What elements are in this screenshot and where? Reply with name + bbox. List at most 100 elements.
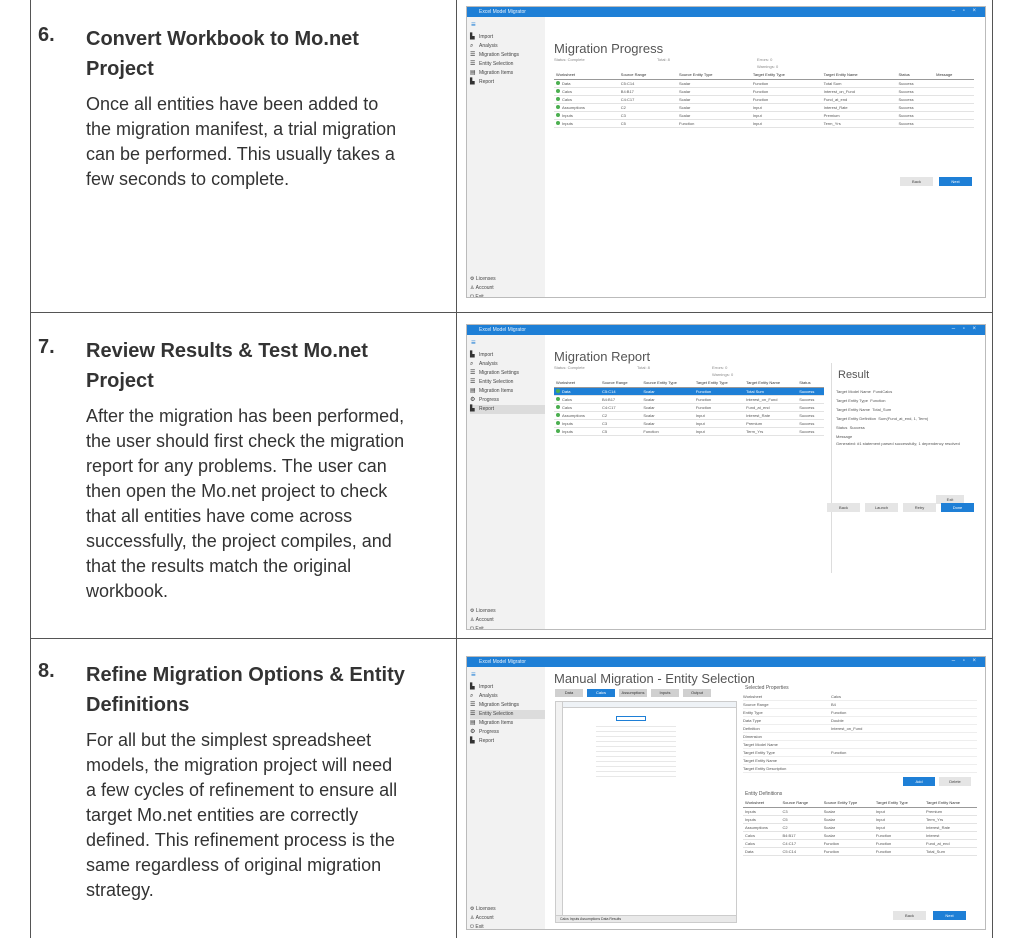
sidebar-item-progress[interactable]: ⚙ Progress	[470, 396, 545, 405]
property-row[interactable]: Worksheet Calcs	[743, 693, 977, 701]
hamburger-icon[interactable]: ≡	[471, 20, 476, 29]
window-controls[interactable]: – ▫ ×	[952, 8, 979, 14]
sidebar-item-report[interactable]: ▙ Report	[470, 737, 545, 746]
back-button[interactable]: Back	[893, 911, 926, 920]
sidebar-item-migration-items[interactable]: ▤ Migration Items	[470, 719, 545, 728]
chart-icon: ▙	[470, 352, 475, 358]
sidebar-item-licenses[interactable]: ⚙ Licenses	[470, 607, 496, 616]
tab-data[interactable]: Data	[555, 689, 583, 697]
property-row[interactable]: Target Entity Name	[743, 757, 977, 765]
search-icon: ⌕	[470, 361, 474, 367]
launch-button[interactable]: Launch	[865, 503, 898, 512]
step-title: Refine Migration Options & Entity Defini…	[86, 664, 405, 716]
delete-button[interactable]: Delete	[939, 777, 971, 786]
window-controls[interactable]: – ▫ ×	[952, 326, 979, 332]
message-text: Generated: #1 statement parsed successfu…	[836, 441, 960, 446]
sidebar-item-exit[interactable]: ⏻ Exit	[470, 293, 484, 297]
table-row[interactable]: Inputs C5 Scalar Input Term_Yrs	[743, 815, 977, 824]
table-row[interactable]: Assumptions C2 Scalar Input Interest_Rate Suc…	[554, 103, 974, 112]
table-row[interactable]: Calcs B4:B17 Scalar Function Interest_on_Fun…	[554, 395, 824, 404]
table-row[interactable]: Data C5:C14 Scalar Function Total Sum Success	[554, 387, 824, 396]
success-icon	[556, 80, 560, 85]
success-icon	[556, 396, 560, 401]
table-row[interactable]: Calcs B4:B17 Scalar Function Interest	[743, 831, 977, 840]
next-button[interactable]: Next	[939, 177, 972, 186]
result-row: Target Entity Name Total_Sum	[836, 407, 892, 412]
table-row[interactable]: Inputs C5 Function Input Term_Yrs Success	[554, 119, 974, 128]
sidebar-item-entity-selection[interactable]: ☰ Entity Selection	[470, 378, 545, 387]
window-controls[interactable]: – ▫ ×	[952, 658, 979, 664]
hamburger-icon[interactable]: ≡	[471, 338, 476, 347]
sidebar-item-analysis[interactable]: ⌕ Analysis	[470, 42, 545, 51]
hamburger-icon[interactable]: ≡	[471, 670, 476, 679]
sidebar-item-exit[interactable]: ⏻ Exit	[470, 625, 484, 629]
tab-output[interactable]: Output	[683, 689, 711, 697]
property-row[interactable]: Target Entity Description	[743, 765, 977, 773]
list-icon: ☰	[470, 370, 476, 376]
property-row[interactable]: Source Range B4	[743, 701, 977, 709]
table-row[interactable]: Data C5:C14 Scalar Function Total Sum Success	[554, 79, 974, 88]
success-icon	[556, 120, 560, 125]
window-title: Excel Model Migrator	[479, 327, 526, 333]
property-row[interactable]: Target Model Name	[743, 741, 977, 749]
sidebar-item-analysis[interactable]: ⌕ Analysis	[470, 360, 545, 369]
selected-cell[interactable]	[616, 716, 646, 721]
table-row[interactable]: Inputs C3 Scalar Input Premium Success	[554, 111, 974, 120]
sidebar-item-migration-settings[interactable]: ☰ Migration Settings	[470, 51, 545, 60]
sidebar-item-entity-selection[interactable]: ☰ Entity Selection	[470, 710, 545, 719]
add-button[interactable]: Add	[903, 777, 935, 786]
table-row[interactable]: Assumptions C2 Scalar Input Interest_Rate Suc…	[554, 411, 824, 420]
success-icon	[556, 88, 560, 93]
sidebar-item-migration-items[interactable]: ▤ Migration Items	[470, 387, 545, 396]
property-row[interactable]: Dimension	[743, 733, 977, 741]
sidebar-item-report[interactable]: ▙ Report	[470, 405, 545, 414]
page-title: Migration Progress	[554, 41, 664, 56]
success-icon	[556, 104, 560, 109]
back-button[interactable]: Back	[900, 177, 933, 186]
gear-icon: ⚙	[470, 729, 476, 735]
table-row[interactable]: Calcs B4:B17 Scalar Function Interest_on_Fun…	[554, 87, 974, 96]
property-row[interactable]: Entity Type Function	[743, 709, 977, 717]
sheet-tabs[interactable]: Calcs Inputs Assumptions Data Results	[556, 915, 736, 922]
sidebar-item-account[interactable]: ♙ Account	[470, 914, 494, 923]
properties-title: Selected Properties	[745, 685, 789, 691]
sidebar-item-exit[interactable]: ⏻ Exit	[470, 923, 484, 929]
table-row[interactable]: Inputs C5 Function Input Term_Yrs Success	[554, 427, 824, 436]
table-row[interactable]: Calcs C4:C17 Scalar Function Fund_at_end Succ…	[554, 95, 974, 104]
sidebar-item-import[interactable]: ▙ Import	[470, 683, 545, 692]
table-row[interactable]: Calcs C4:C17 Scalar Function Fund_at_end Succ…	[554, 403, 824, 412]
list-icon: ☰	[470, 379, 476, 385]
sidebar-item-migration-settings[interactable]: ☰ Migration Settings	[470, 369, 545, 378]
sidebar-item-analysis[interactable]: ⌕ Analysis	[470, 692, 545, 701]
table-row[interactable]: Data C5:C14 Function Function Total_Sum	[743, 847, 977, 856]
table-row[interactable]: Assumptions C2 Scalar Input Interest_Rate	[743, 823, 977, 832]
tab-assumptions[interactable]: Assumptions	[619, 689, 647, 697]
table-row[interactable]: Inputs C3 Scalar Input Premium Success	[554, 419, 824, 428]
property-row[interactable]: Target Entity Type Function	[743, 749, 977, 757]
sidebar-item-import[interactable]: ▙ Import	[470, 351, 545, 360]
sidebar-item-progress[interactable]: ⚙ Progress	[470, 728, 545, 737]
table-row[interactable]: Calcs C4:C17 Function Function Fund_at_end	[743, 839, 977, 848]
sidebar-item-entity-selection[interactable]: ☰ Entity Selection	[470, 60, 545, 69]
sidebar-item-account[interactable]: ♙ Account	[470, 616, 494, 625]
tab-inputs[interactable]: Inputs	[651, 689, 679, 697]
next-button[interactable]: Next	[933, 911, 966, 920]
sidebar-item-migration-items[interactable]: ▤ Migration Items	[470, 69, 545, 78]
sidebar-item-licenses[interactable]: ⚙ Licenses	[470, 275, 496, 284]
sidebar-item-licenses[interactable]: ⚙ Licenses	[470, 905, 496, 914]
table-row[interactable]: Inputs C3 Scalar Input Premium	[743, 807, 977, 816]
back-button[interactable]: Back	[827, 503, 860, 512]
chart-icon: ▙	[470, 406, 475, 412]
sidebar-item-import[interactable]: ▙ Import	[470, 33, 545, 42]
spreadsheet-grid[interactable]: Calcs Inputs Assumptions Data Results	[555, 701, 737, 923]
sidebar-item-account[interactable]: ♙ Account	[470, 284, 494, 293]
sidebar-item-report[interactable]: ▙ Report	[470, 78, 545, 87]
retry-button[interactable]: Retry	[903, 503, 936, 512]
tab-calcs[interactable]: Calcs	[587, 689, 615, 697]
property-row[interactable]: Definition Interest_on_Fund	[743, 725, 977, 733]
success-icon	[556, 112, 560, 117]
done-button[interactable]: Done	[941, 503, 974, 512]
sidebar-item-migration-settings[interactable]: ☰ Migration Settings	[470, 701, 545, 710]
property-row[interactable]: Data Type Double	[743, 717, 977, 725]
result-row: Target Model Name FundCalcs	[836, 389, 893, 394]
